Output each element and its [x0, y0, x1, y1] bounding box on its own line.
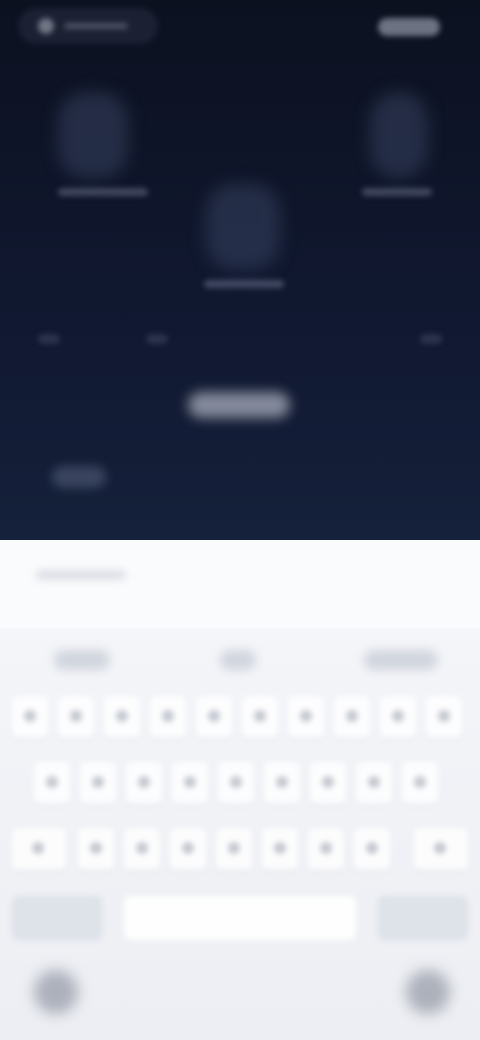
- key[interactable]: [308, 828, 344, 870]
- key[interactable]: [170, 828, 206, 870]
- key-row-1: [12, 696, 468, 738]
- key[interactable]: [262, 828, 298, 870]
- space-row: [12, 896, 468, 940]
- input-strip[interactable]: [0, 540, 480, 628]
- key[interactable]: [58, 696, 94, 738]
- small-button[interactable]: [52, 466, 106, 488]
- globe-icon[interactable]: [34, 970, 78, 1014]
- tile-1-caption: [58, 188, 148, 196]
- blurred-background: [0, 0, 480, 540]
- tile-3: [206, 184, 280, 270]
- key[interactable]: [356, 762, 392, 804]
- status-indicator-icon: [378, 18, 440, 36]
- status-pill-icon: [38, 18, 54, 34]
- key[interactable]: [288, 696, 324, 738]
- shift-key[interactable]: [12, 828, 66, 870]
- tile-1: [58, 92, 128, 178]
- key[interactable]: [80, 762, 116, 804]
- key[interactable]: [242, 696, 278, 738]
- suggestion-item[interactable]: [364, 650, 438, 670]
- key[interactable]: [34, 762, 70, 804]
- return-key[interactable]: [378, 896, 468, 940]
- faint-mark: [38, 334, 60, 344]
- key[interactable]: [12, 696, 48, 738]
- tile-2-caption: [362, 188, 432, 196]
- faint-mark: [420, 334, 442, 344]
- suggestion-item[interactable]: [54, 650, 110, 670]
- key[interactable]: [124, 828, 160, 870]
- mode-switch-key[interactable]: [12, 896, 102, 940]
- space-bar[interactable]: [124, 896, 356, 940]
- key[interactable]: [196, 696, 232, 738]
- key[interactable]: [172, 762, 208, 804]
- key[interactable]: [426, 696, 462, 738]
- status-pill-text-placeholder: [64, 23, 128, 29]
- mic-icon[interactable]: [406, 970, 450, 1014]
- key-row-2: [12, 762, 468, 804]
- key[interactable]: [218, 762, 254, 804]
- key[interactable]: [310, 762, 346, 804]
- key[interactable]: [150, 696, 186, 738]
- center-button[interactable]: [188, 392, 290, 418]
- key[interactable]: [334, 696, 370, 738]
- key[interactable]: [264, 762, 300, 804]
- suggestion-item[interactable]: [220, 650, 256, 670]
- tile-2: [370, 92, 428, 178]
- key-row-3: [12, 828, 468, 870]
- backspace-key[interactable]: [414, 828, 468, 870]
- faint-mark: [146, 334, 168, 344]
- tile-3-caption: [204, 280, 284, 288]
- status-pill: [18, 8, 158, 44]
- key[interactable]: [380, 696, 416, 738]
- key[interactable]: [126, 762, 162, 804]
- key[interactable]: [402, 762, 438, 804]
- key[interactable]: [78, 828, 114, 870]
- input-hint: [36, 570, 126, 580]
- suggestion-bar: [0, 636, 480, 686]
- key[interactable]: [104, 696, 140, 738]
- key[interactable]: [354, 828, 390, 870]
- key[interactable]: [216, 828, 252, 870]
- keyboard-panel: [0, 540, 480, 1040]
